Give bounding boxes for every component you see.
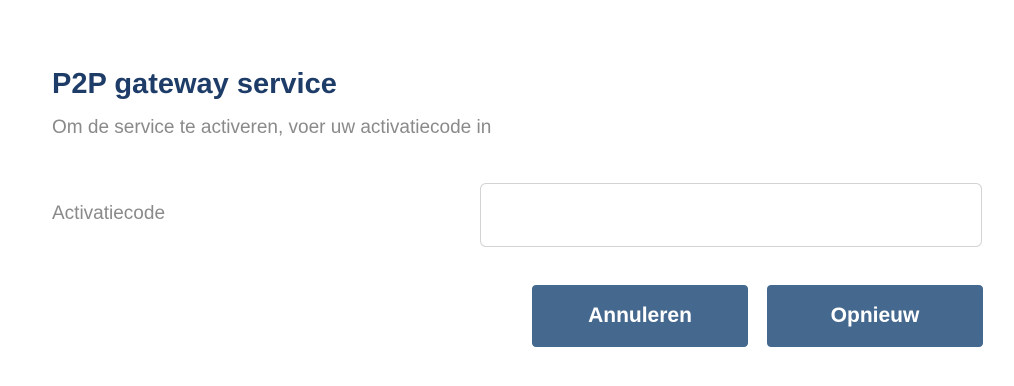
cancel-button[interactable]: Annuleren (532, 285, 748, 347)
activation-code-label: Activatiecode (52, 203, 166, 224)
dialog-title: P2P gateway service (52, 68, 337, 100)
activation-dialog: P2P gateway service Om de service te act… (0, 0, 1014, 386)
dialog-subtitle: Om de service te activeren, voer uw acti… (52, 117, 492, 138)
retry-button[interactable]: Opnieuw (767, 285, 983, 347)
activation-code-input[interactable] (480, 183, 982, 247)
